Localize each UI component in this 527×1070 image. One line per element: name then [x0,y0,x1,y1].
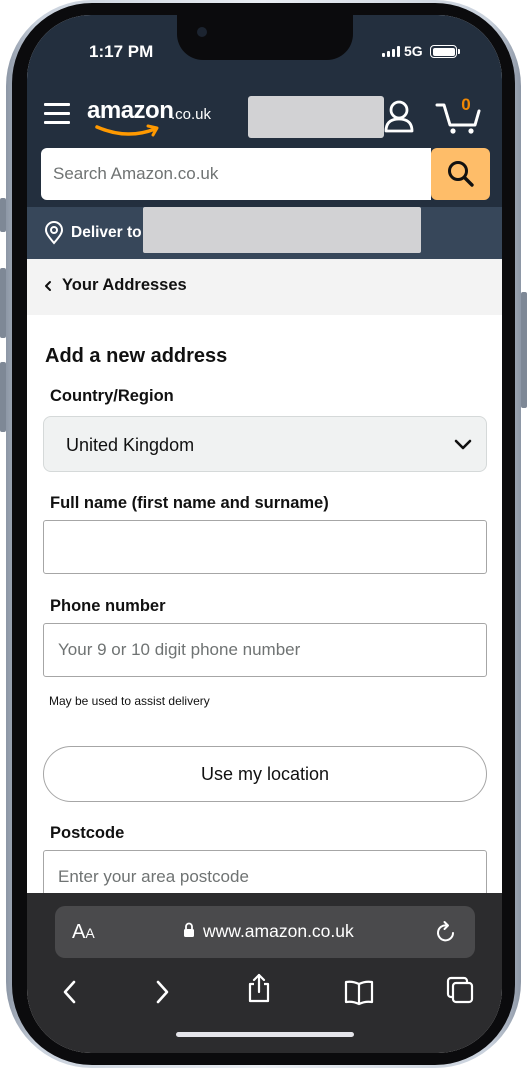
menu-icon[interactable] [44,103,70,125]
safari-toolbar: AA www.amazon.co.uk [27,893,502,1053]
postcode-label: Postcode [50,824,125,842]
redacted-account-name [248,96,384,138]
country-label: Country/Region [50,387,174,405]
search-button[interactable] [431,148,490,200]
back-icon[interactable] [55,977,85,1007]
address-form: Add a new address Country/Region United … [27,315,502,904]
address-bar[interactable]: AA www.amazon.co.uk [55,906,475,958]
lock-icon [184,922,194,937]
share-icon[interactable] [244,973,274,1003]
phone-label: Phone number [50,597,166,615]
logo-smile-arrow [95,124,159,137]
breadcrumb-your-addresses: Your Addresses [62,276,187,294]
full-name-input[interactable] [43,520,487,574]
volume-down-button [0,362,6,432]
full-name-label: Full name (first name and surname) [50,494,329,512]
signal-icon [382,46,400,57]
phone-hint: May be used to assist delivery [49,694,210,708]
account-icon[interactable] [383,99,415,133]
network-type: 5G [404,43,423,59]
volume-up-button [0,268,6,338]
country-select[interactable]: United Kingdom [43,416,487,472]
home-indicator [176,1032,354,1037]
search-icon [448,161,474,187]
status-bar: 1:17 PM 5G [27,15,502,87]
bookmarks-icon[interactable] [344,977,374,1007]
text-size-button[interactable]: AA [72,921,95,944]
redacted-delivery-address [143,207,421,253]
cart-count: 0 [461,95,471,114]
forward-icon[interactable] [147,977,177,1007]
country-value: United Kingdom [66,435,195,455]
battery-icon [430,45,460,58]
chevron-left-icon [45,281,51,291]
logo-domain: .co.uk [171,106,212,123]
phone-screen: 1:17 PM 5G amazon .co.uk 0 Search Amazon… [27,15,502,1053]
power-button [521,292,527,408]
location-pin-icon [44,221,64,245]
amazon-logo[interactable]: amazon .co.uk [87,97,237,137]
action-button [0,198,6,232]
deliver-to-bar[interactable]: Deliver to [27,207,502,259]
status-time: 1:17 PM [89,42,154,61]
amazon-header: amazon .co.uk 0 [27,87,502,147]
notch [177,15,353,60]
cart-button[interactable]: 0 [435,95,481,135]
search-bar [27,147,502,207]
reload-icon[interactable] [435,920,457,944]
use-my-location-button[interactable]: Use my location [43,746,487,802]
deliver-to-label: Deliver to [71,224,142,241]
front-camera [197,27,207,37]
phone-input[interactable] [43,623,487,677]
url-text: www.amazon.co.uk [203,921,354,941]
logo-wordmark: amazon [87,97,174,124]
tabs-icon[interactable] [445,975,475,1005]
breadcrumb[interactable]: Your Addresses [27,259,502,315]
search-input[interactable] [41,148,431,200]
page-title: Add a new address [45,345,228,367]
chevron-down-icon [454,439,472,450]
